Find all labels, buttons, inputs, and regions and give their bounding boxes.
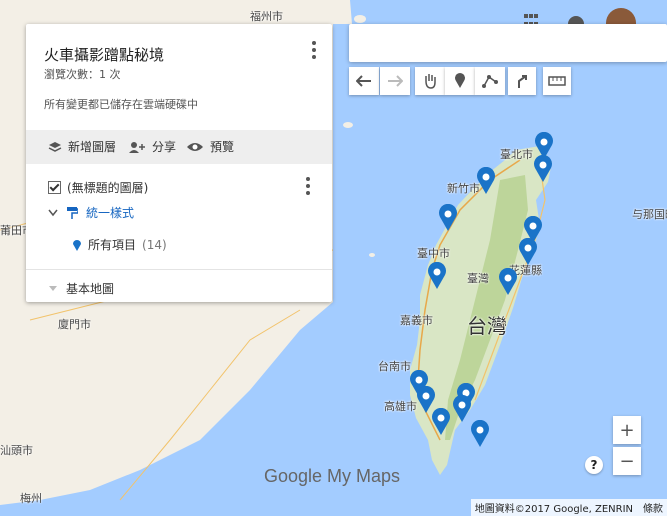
search-box[interactable] [349,24,667,62]
redo-button[interactable] [380,67,410,95]
map-label-taichung: 臺中市 [417,247,450,260]
island [354,15,366,23]
panel-toolbar: 新增圖層 分享 預覽 [26,130,332,164]
map-label-shantou: 汕頭市 [0,444,33,457]
marker-icon [439,203,457,231]
map-pin-marker[interactable] [470,419,490,448]
divider [26,269,332,270]
map-title[interactable]: 火車攝影蹭點秘境 [44,44,164,65]
map-label-kaohsiung: 高雄市 [384,400,417,413]
map-pin-marker[interactable] [431,407,451,436]
marker-icon [477,166,495,194]
layer-visibility-checkbox[interactable] [48,181,61,194]
map-options-menu[interactable] [306,40,322,60]
help-button[interactable]: ? [585,456,603,474]
map-label-chiayi: 嘉義市 [400,314,433,327]
save-status: 所有變更都已儲存在雲端硬碟中 [44,98,198,111]
style-row: 統一樣式 [48,204,134,221]
map-pin-marker[interactable] [438,203,458,232]
chevron-down-icon[interactable] [48,209,58,217]
map-label-taiwan-small: 臺灣 [467,272,489,285]
marker-icon [428,261,446,289]
map-pin-marker[interactable] [498,267,518,296]
measure-button[interactable] [543,67,571,95]
map-legend-panel: 火車攝影蹭點秘境 瀏覽次數：1 次 所有變更都已儲存在雲端硬碟中 新增圖層 分享… [26,24,332,302]
marker-icon [499,267,517,295]
terms-link[interactable]: 條款 [643,500,663,515]
google-my-maps-logo: Google My Maps [264,466,400,487]
layer-name[interactable]: (無標題的圖層) [67,179,148,196]
map-label-xiamen: 廈門市 [58,318,91,331]
preview-button[interactable]: 預覽 [186,138,234,155]
pan-tool-button[interactable] [415,67,445,95]
ruler-icon [548,76,566,86]
hand-icon [425,74,436,89]
share-button[interactable]: 分享 [128,138,176,155]
map-label-meizhou: 梅州 [20,492,42,505]
paint-roller-icon [67,206,78,219]
island [369,253,375,257]
island [343,122,353,128]
marker-icon [453,394,471,422]
attribution-bar: 地圖資料©2017 Google, ZENRIN 條款 [470,499,667,516]
basemap-label: 基本地圖 [66,282,115,296]
redo-icon [388,75,403,87]
map-pin-marker[interactable] [518,237,538,266]
item-count: (14) [142,237,167,252]
share-label: 分享 [152,140,177,154]
marker-icon [432,407,450,435]
add-marker-button[interactable] [445,67,475,95]
map-pin-marker[interactable] [533,154,553,183]
marker-icon [471,419,489,447]
all-items-row[interactable]: 所有項目 (14) [72,236,167,253]
layer-options-menu[interactable] [300,176,316,196]
preview-label: 預覽 [210,140,235,154]
polyline-icon [482,75,498,88]
undo-button[interactable] [349,67,379,95]
map-pin-marker[interactable] [476,166,496,195]
all-items-label: 所有項目 [88,238,137,252]
style-link[interactable]: 統一樣式 [86,204,134,221]
layer-row: (無標題的圖層) [48,179,148,196]
draw-line-button[interactable] [475,67,505,95]
marker-icon [534,154,552,182]
map-pin-marker[interactable] [427,261,447,290]
zoom-out-button[interactable]: − [613,447,641,475]
directions-icon [518,75,527,88]
add-person-icon [129,141,145,153]
view-count: 瀏覽次數：1 次 [44,68,121,81]
map-label-taipei: 臺北市 [500,148,533,161]
map-label-yonaguni: 与那国町 [632,208,667,221]
attribution-text: 地圖資料©2017 Google, ZENRIN [474,504,633,515]
layers-icon [48,141,62,152]
add-layer-button[interactable]: 新增圖層 [48,138,116,155]
add-layer-label: 新增圖層 [68,140,117,154]
zoom-in-button[interactable]: + [613,416,641,444]
map-pin-marker[interactable] [452,394,472,423]
marker-icon [73,239,81,251]
map-label-taiwan-big: 台灣 [467,314,507,338]
map-label-fuzhou: 福州市 [250,10,283,23]
basemap-row[interactable]: 基本地圖 [48,280,114,297]
undo-icon [356,75,371,87]
triangle-down-icon [49,285,57,291]
eye-icon [187,142,203,151]
map-label-tainan: 台南市 [378,360,411,373]
directions-button[interactable] [508,67,536,95]
marker-icon [519,237,537,265]
brand-text: Google My Maps [264,466,401,486]
marker-icon [455,73,465,88]
